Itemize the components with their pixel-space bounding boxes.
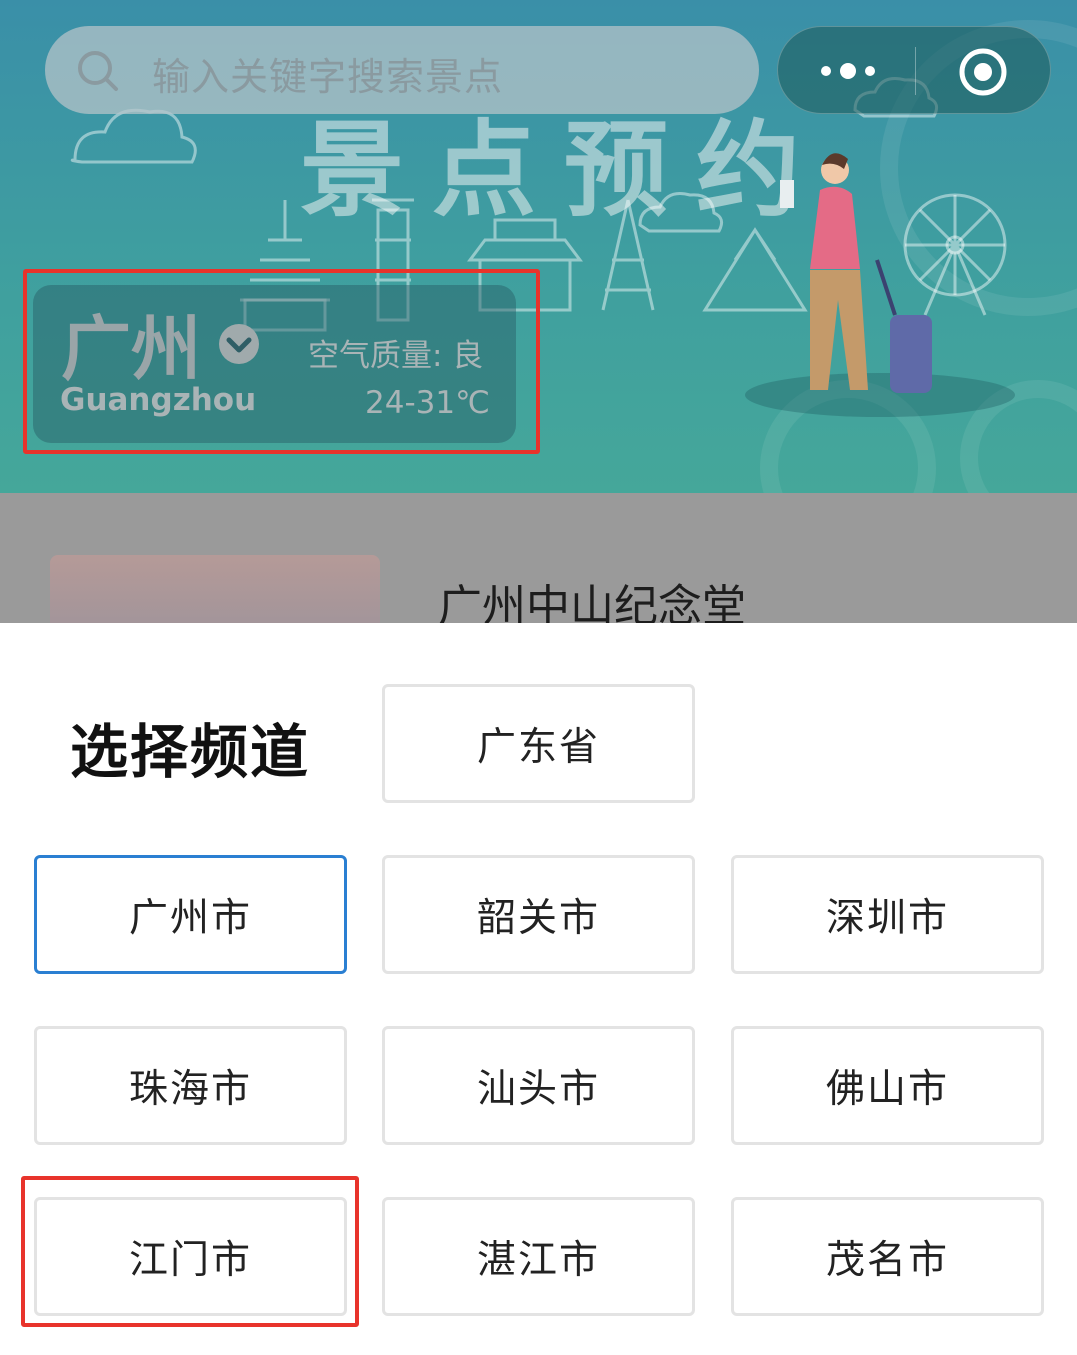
search-icon — [78, 51, 118, 91]
option-shantou[interactable]: 汕头市 — [382, 1026, 695, 1145]
more-dots-icon[interactable] — [818, 51, 878, 91]
option-shaoguan[interactable]: 韶关市 — [382, 855, 695, 974]
option-zhuhai[interactable]: 珠海市 — [34, 1026, 347, 1145]
banner: 景点预约 输入关键字搜索景点 广州 Guangzhou 空气质量: 良 24-3… — [0, 0, 1077, 493]
option-maoming[interactable]: 茂名市 — [731, 1197, 1044, 1316]
channel-picker-sheet: 选择频道 广东省 广州市 韶关市 深圳市 珠海市 汕头市 佛山市 江门市 湛江市… — [0, 623, 1077, 1355]
option-guangdong[interactable]: 广东省 — [382, 684, 695, 803]
miniprogram-capsule — [777, 26, 1051, 114]
search-placeholder[interactable]: 输入关键字搜索景点 — [152, 46, 503, 101]
target-close-icon[interactable] — [958, 47, 1008, 97]
option-guangzhou[interactable]: 广州市 — [34, 855, 347, 974]
option-foshan[interactable]: 佛山市 — [731, 1026, 1044, 1145]
scenic-list-overlay: 广州中山纪念堂 — [0, 493, 1077, 635]
search-bar[interactable]: 输入关键字搜索景点 — [45, 26, 759, 114]
highlight-box-jiangmen — [21, 1176, 359, 1327]
option-zhanjiang[interactable]: 湛江市 — [382, 1197, 695, 1316]
highlight-box-city — [23, 269, 540, 454]
capsule-divider — [915, 47, 916, 95]
option-shenzhen[interactable]: 深圳市 — [731, 855, 1044, 974]
sheet-title: 选择频道 — [70, 718, 311, 786]
